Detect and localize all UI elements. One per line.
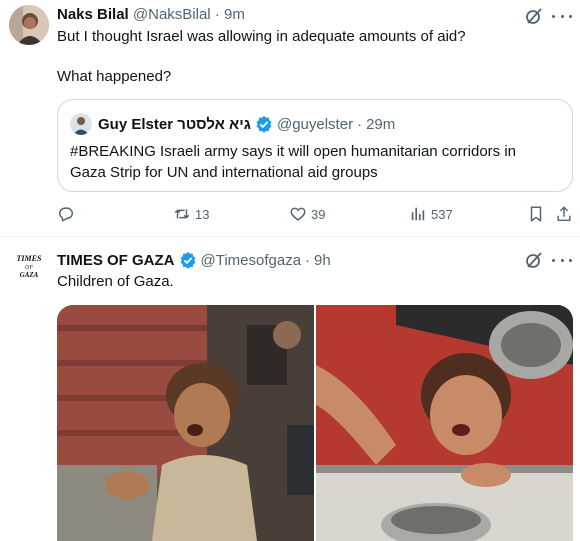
photo-crying-boy[interactable] bbox=[57, 305, 314, 541]
more-options-icon[interactable] bbox=[552, 6, 572, 26]
quoted-tweet[interactable]: Guy Elster גיא אלסטר @guyelster · 29m #B… bbox=[57, 99, 573, 192]
bookmark-button[interactable] bbox=[527, 204, 545, 224]
quoted-text-line-1: #BREAKING Israeli army says it will open… bbox=[70, 143, 516, 160]
tweet-actions: 13 39 537 bbox=[57, 204, 573, 224]
handle[interactable]: @NaksBilal bbox=[133, 6, 211, 23]
svg-text:TIMES: TIMES bbox=[17, 254, 42, 263]
heart-icon bbox=[290, 207, 306, 221]
bookmark-icon bbox=[530, 206, 542, 222]
quoted-handle[interactable]: @guyelster bbox=[277, 116, 353, 133]
tweet-text: Children of Gaza. bbox=[57, 273, 174, 290]
retweet-icon bbox=[174, 209, 190, 219]
tweet-media[interactable] bbox=[57, 305, 573, 541]
tweet-text-line-1: But I thought Israel was allowing in ade… bbox=[57, 28, 466, 45]
views-icon bbox=[411, 207, 425, 221]
quoted-text-line-2: Gaza Strip for UN and international aid … bbox=[70, 164, 378, 181]
timestamp[interactable]: 9m bbox=[224, 6, 245, 23]
grok-icon[interactable] bbox=[524, 250, 544, 270]
reply-icon bbox=[58, 207, 74, 222]
separator: · bbox=[214, 6, 220, 23]
verified-badge-icon bbox=[180, 251, 195, 269]
views-button[interactable]: 537 bbox=[409, 204, 453, 224]
quoted-display-name[interactable]: Guy Elster גיא אלסטר bbox=[98, 116, 251, 133]
tweet-naks-bilal[interactable]: Naks Bilal @NaksBilal · 9m But I thought… bbox=[0, 0, 580, 237]
tweet-header: TIMES OF GAZA @Timesofgaza · 9h bbox=[57, 251, 331, 269]
retweet-button[interactable]: 13 bbox=[173, 204, 209, 224]
like-count: 39 bbox=[311, 206, 326, 222]
share-button[interactable] bbox=[555, 204, 573, 224]
quoted-tweet-text: #BREAKING Israeli army says it will open… bbox=[70, 141, 516, 183]
share-icon bbox=[557, 206, 571, 222]
like-button[interactable]: 39 bbox=[289, 204, 325, 224]
display-name[interactable]: Naks Bilal bbox=[57, 6, 129, 23]
quoted-tweet-header: Guy Elster גיא אלסטר @guyelster · 29m bbox=[70, 113, 395, 135]
avatar[interactable]: TIMES OF GAZA bbox=[9, 243, 49, 283]
reply-button[interactable] bbox=[57, 204, 75, 224]
photo-crying-girl[interactable] bbox=[316, 305, 573, 541]
grok-icon[interactable] bbox=[524, 6, 544, 26]
verified-badge-icon bbox=[256, 115, 272, 133]
quoted-avatar[interactable] bbox=[70, 113, 92, 135]
more-options-icon[interactable] bbox=[552, 250, 572, 270]
timestamp[interactable]: 9h bbox=[314, 252, 331, 269]
tweet-text-line-2: What happened? bbox=[57, 68, 172, 85]
quoted-timestamp[interactable]: 29m bbox=[366, 116, 395, 133]
times-of-gaza-logo: TIMES OF GAZA bbox=[9, 243, 49, 283]
avatar-photo bbox=[9, 5, 49, 45]
tweet-header: Naks Bilal @NaksBilal · 9m bbox=[57, 6, 245, 23]
tweet-times-of-gaza[interactable]: TIMES OF GAZA TIMES OF GAZA @Timesofgaza… bbox=[0, 237, 580, 541]
separator: · bbox=[305, 251, 311, 269]
views-count: 537 bbox=[431, 206, 453, 222]
avatar[interactable] bbox=[9, 5, 49, 45]
display-name[interactable]: TIMES OF GAZA bbox=[57, 252, 175, 269]
handle[interactable]: @Timesofgaza bbox=[201, 252, 302, 269]
retweet-count: 13 bbox=[195, 206, 210, 222]
quoted-separator: · bbox=[357, 115, 363, 133]
svg-text:GAZA: GAZA bbox=[20, 271, 39, 279]
